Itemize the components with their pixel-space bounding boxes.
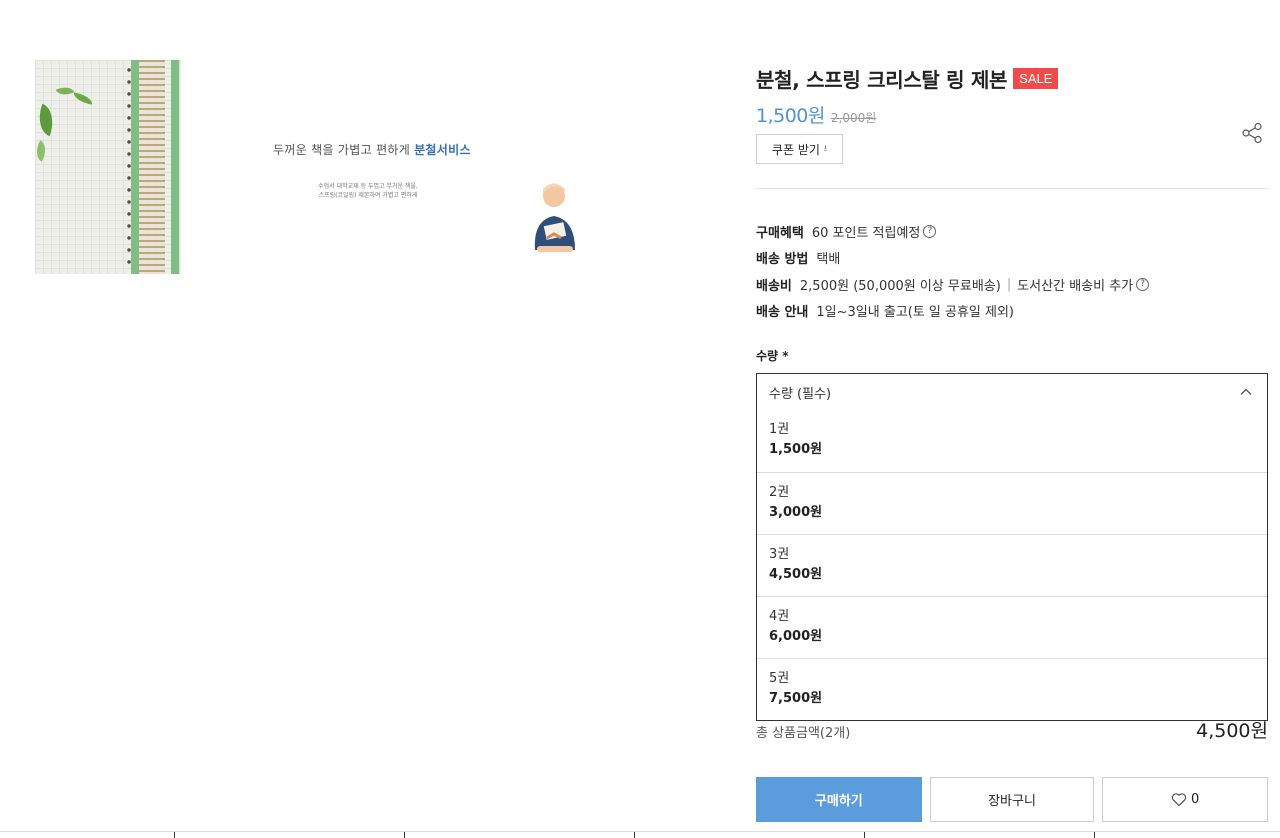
banner-sub-line: 스프링(코일링) 제본하여 가볍고 편하게 bbox=[318, 192, 418, 199]
buy-now-button[interactable]: 구매하기 bbox=[756, 777, 922, 822]
option-name: 4권 bbox=[769, 609, 790, 624]
quantity-placeholder: 수량 (필수) bbox=[769, 386, 832, 402]
option-name: 3권 bbox=[769, 547, 790, 562]
option-price: 3,000원 bbox=[769, 505, 823, 520]
shipping-method-label: 배송 방법 bbox=[756, 252, 809, 268]
action-buttons: 구매하기 장바구니 0 bbox=[756, 777, 1268, 822]
bottom-tab-markers bbox=[0, 832, 1280, 838]
product-info-panel: 분철, 스프링 크리스탈 링 제본 SALE 1,500원 2,000원 쿠폰 … bbox=[756, 0, 1268, 838]
help-icon[interactable]: ? bbox=[1136, 277, 1150, 291]
shipping-guide-value: 1일~3일내 출고(토 일 공휴일 제외) bbox=[816, 305, 1015, 321]
download-icon: ⭳ bbox=[823, 144, 828, 154]
quantity-options-list: 1권 1,500원 2권 3,000원 3권 4,500원 4권 6,000원 … bbox=[756, 410, 1268, 721]
shipping-fee-label: 배송비 bbox=[756, 278, 792, 294]
quantity-option[interactable]: 3권 4,500원 bbox=[757, 534, 1267, 596]
info-row-shipping-fee: 배송비 2,500원 (50,000원 이상 무료배송) | 도서산간 배송비 … bbox=[756, 271, 1150, 298]
product-title: 분철, 스프링 크리스탈 링 제본 bbox=[756, 68, 1008, 92]
shipping-method-value: 택배 bbox=[816, 252, 841, 268]
tab-marker bbox=[634, 832, 635, 838]
original-price: 2,000원 bbox=[830, 111, 877, 125]
benefit-value: 60 포인트 적립예정 bbox=[811, 225, 921, 241]
option-price: 6,000원 bbox=[769, 629, 823, 644]
info-row-benefit: 구매혜택 60 포인트 적립예정 ? bbox=[756, 218, 1149, 245]
heart-icon bbox=[1171, 793, 1187, 807]
price-row: 1,500원 2,000원 bbox=[756, 101, 876, 128]
chevron-up-icon bbox=[1240, 388, 1252, 395]
book-cover-edge bbox=[171, 60, 179, 274]
product-gallery: 두꺼운 책을 가볍고 편하게 분철서비스 수험서 대학교재 등 두껍고 무거운 책… bbox=[35, 60, 725, 274]
total-label: 총 상품금액(2개) bbox=[756, 726, 851, 741]
leaf-decoration bbox=[55, 83, 75, 99]
wishlist-button[interactable]: 0 bbox=[1102, 777, 1268, 822]
sale-price: 1,500원 bbox=[756, 105, 825, 127]
shipping-fee-value: 2,500원 (50,000원 이상 무료배송) bbox=[799, 278, 1001, 294]
banner-sub-line: 수험서 대학교재 등 두껍고 무거운 책을, bbox=[318, 183, 418, 190]
reading-person-illustration bbox=[534, 183, 575, 252]
option-name: 2권 bbox=[769, 485, 790, 500]
quantity-option[interactable]: 2권 3,000원 bbox=[757, 472, 1267, 534]
shipping-fee-extra: 도서산간 배송비 추가 bbox=[1017, 278, 1134, 294]
option-name: 5권 bbox=[769, 671, 790, 686]
shipping-guide-label: 배송 안내 bbox=[756, 305, 809, 321]
banner-headline: 두꺼운 책을 가볍고 편하게 분철서비스 bbox=[273, 141, 471, 158]
spring-coil bbox=[139, 60, 165, 274]
benefit-label: 구매혜택 bbox=[756, 225, 804, 241]
banner-subtext: 수험서 대학교재 등 두껍고 무거운 책을, 스프링(코일링) 제본하여 가볍고… bbox=[313, 182, 423, 200]
leaf-decoration bbox=[35, 103, 60, 137]
book-spine bbox=[131, 60, 139, 274]
quantity-option[interactable]: 4권 6,000원 bbox=[757, 596, 1267, 658]
info-row-shipping-method: 배송 방법 택배 bbox=[756, 245, 1149, 272]
option-price: 1,500원 bbox=[769, 442, 823, 457]
option-name: 1권 bbox=[769, 422, 790, 437]
separator: | bbox=[1006, 276, 1012, 292]
quantity-dropdown[interactable]: 수량 (필수) bbox=[756, 373, 1268, 411]
tab-marker bbox=[864, 832, 865, 838]
leaf-decoration bbox=[35, 140, 51, 162]
product-photo-spring-binding[interactable] bbox=[35, 60, 181, 274]
help-icon[interactable]: ? bbox=[923, 224, 937, 238]
option-price: 4,500원 bbox=[769, 567, 823, 582]
wishlist-count: 0 bbox=[1191, 792, 1200, 807]
leaf-decoration bbox=[72, 92, 94, 105]
sale-badge: SALE bbox=[1013, 68, 1059, 89]
quantity-label: 수량 * bbox=[756, 349, 789, 363]
share-icon[interactable] bbox=[1241, 122, 1263, 144]
add-to-cart-button[interactable]: 장바구니 bbox=[929, 777, 1095, 822]
coupon-button-label: 쿠폰 받기 bbox=[771, 142, 820, 157]
quantity-option[interactable]: 5권 7,500원 bbox=[757, 658, 1267, 720]
product-title-row: 분철, 스프링 크리스탈 링 제본 SALE bbox=[756, 64, 1059, 93]
tab-marker bbox=[404, 832, 405, 838]
option-price: 7,500원 bbox=[769, 691, 823, 706]
banner-headline-text: 두꺼운 책을 가볍고 편하게 bbox=[273, 143, 411, 157]
delivery-info: 구매혜택 60 포인트 적립예정 ? 배송 방법 택배 배송비 2,500원 (… bbox=[756, 218, 1150, 325]
coupon-download-button[interactable]: 쿠폰 받기 ⭳ bbox=[756, 134, 843, 164]
info-row-shipping-guide: 배송 안내 1일~3일내 출고(토 일 공휴일 제외) bbox=[756, 298, 1149, 325]
section-divider bbox=[756, 188, 1268, 189]
banner-headline-highlight: 분철서비스 bbox=[414, 143, 471, 157]
tab-marker bbox=[1094, 832, 1095, 838]
quantity-option[interactable]: 1권 1,500원 bbox=[757, 410, 1267, 472]
tab-marker bbox=[174, 832, 175, 838]
